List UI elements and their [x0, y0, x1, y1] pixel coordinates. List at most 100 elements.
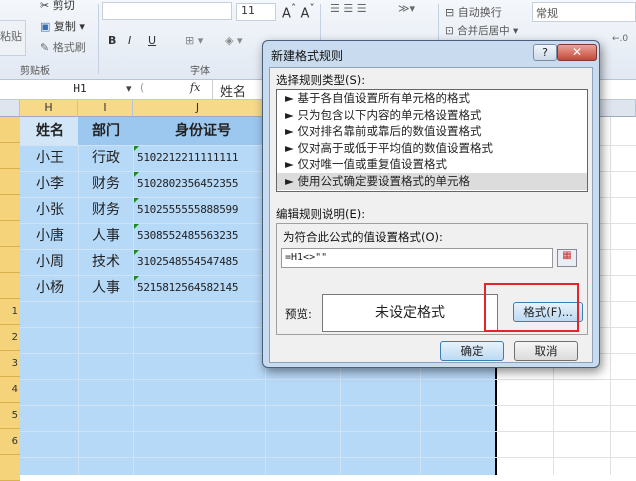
cell-dept[interactable]: 人事 [92, 275, 120, 301]
format-painter-label: 格式刷 [52, 41, 86, 54]
cell-dept[interactable]: 财务 [92, 171, 120, 197]
font-size-select[interactable]: 11 [236, 3, 276, 21]
rule-type-item[interactable]: ► 基于各自值设置所有单元格的格式 [277, 90, 587, 107]
rule-type-label: 选择规则类型(S): [276, 73, 366, 87]
error-indicator-icon [134, 250, 139, 255]
underline-button[interactable]: U [148, 34, 156, 47]
rule-type-item[interactable]: ► 使用公式确定要设置格式的单元格 [277, 172, 587, 190]
row-header[interactable]: 4 [0, 377, 20, 403]
help-button[interactable]: ? [533, 44, 557, 61]
rule-type-item[interactable]: ► 只为包含以下内容的单元格设置格式 [277, 107, 587, 124]
divider [212, 80, 213, 100]
preview-box: 未设定格式 [322, 294, 498, 332]
row-header[interactable] [0, 273, 20, 299]
align-top-icon[interactable]: ☰ ☰ ☰ [330, 2, 367, 15]
orientation-icon[interactable]: ≫▾ [398, 2, 415, 15]
grow-font-icon[interactable]: Aˆ Aˇ [282, 2, 315, 21]
row-header[interactable] [0, 221, 20, 247]
row-header[interactable] [0, 169, 20, 195]
merge-icon: ⊡ [445, 25, 458, 37]
rule-type-label: 只为包含以下内容的单元格设置格式 [297, 107, 482, 122]
row-header[interactable] [0, 195, 20, 221]
cancel-button[interactable]: 取消 [514, 341, 578, 361]
arrow-icon: ► [285, 91, 298, 105]
formula-input[interactable]: 姓名 [220, 81, 246, 100]
increase-decimal-icon[interactable]: ←.0 [612, 34, 628, 44]
row-header[interactable] [0, 455, 20, 481]
formula-bar-collapse-icon[interactable]: ( [140, 81, 144, 94]
select-all-corner[interactable] [0, 100, 20, 117]
header-id[interactable]: 身份证号 [175, 118, 231, 144]
error-indicator-icon [134, 198, 139, 203]
range-select-icon[interactable]: ▦ [557, 249, 577, 267]
cell-dept[interactable]: 财务 [92, 197, 120, 223]
cell-id[interactable]: 3102548554547485 [137, 249, 265, 275]
header-name[interactable]: 姓名 [36, 118, 64, 144]
row-header[interactable]: 3 [0, 351, 20, 377]
cell-name[interactable]: 小张 [36, 197, 64, 223]
rule-type-item[interactable]: ► 仅对高于或低于平均值的数值设置格式 [277, 140, 587, 157]
paste-button[interactable]: 粘贴 [0, 28, 22, 44]
rule-type-label: 仅对高于或低于平均值的数值设置格式 [297, 140, 494, 155]
header-dept[interactable]: 部门 [92, 118, 120, 144]
cell-name[interactable]: 小王 [36, 145, 64, 171]
row-header[interactable]: 6 [0, 429, 20, 455]
border-icon[interactable]: ⊞ ▾ [185, 34, 203, 47]
cell-name[interactable]: 小唐 [36, 223, 64, 249]
cell-name[interactable]: 小李 [36, 171, 64, 197]
name-box[interactable]: H1 [20, 82, 140, 98]
row-header[interactable] [0, 247, 20, 273]
clipboard-group-label: 剪贴板 [20, 66, 50, 77]
formula-label: 为符合此公式的值设置格式(O): [283, 230, 443, 244]
cell-name[interactable]: 小周 [36, 249, 64, 275]
cell-dept[interactable]: 人事 [92, 223, 120, 249]
merge-center-button[interactable]: ⊡ 合并后居中 ▾ [445, 23, 518, 38]
arrow-icon: ► [285, 140, 298, 155]
italic-button[interactable]: I [128, 34, 131, 47]
font-name-select[interactable] [102, 2, 232, 20]
scissors-icon: ✂ [40, 0, 53, 12]
arrow-icon: ► [285, 157, 298, 172]
format-painter-button[interactable]: ✎ 格式刷 [40, 39, 86, 55]
column-header-i[interactable]: I [78, 100, 133, 117]
column-header-h[interactable]: H [20, 100, 78, 117]
rule-type-label: 使用公式确定要设置格式的单元格 [297, 173, 471, 188]
cell-id[interactable]: 5102212211111111 [137, 145, 265, 171]
cell-id[interactable]: 5102802356452355 [137, 171, 265, 197]
arrow-icon: ► [285, 107, 298, 122]
highlight-box [484, 283, 579, 332]
row-header[interactable]: 1 [0, 299, 20, 325]
row-header[interactable] [0, 117, 20, 143]
rule-type-list: ► 基于各自值设置所有单元格的格式 ► 只为包含以下内容的单元格设置格式 ► 仅对排… [276, 89, 588, 192]
rule-type-item[interactable]: ► 仅对唯一值或重复值设置格式 [277, 156, 587, 173]
cell-id[interactable]: 5102555555888599 [137, 197, 265, 223]
row-header[interactable] [0, 143, 20, 169]
arrow-icon: ► [285, 124, 298, 139]
cut-button[interactable]: ✂ 剪切 [40, 0, 75, 13]
row-header[interactable]: 2 [0, 325, 20, 351]
fx-icon[interactable]: fx [190, 81, 200, 94]
cell-dept[interactable]: 技术 [92, 249, 120, 275]
cell-name[interactable]: 小杨 [36, 275, 64, 301]
wrap-text-button[interactable]: ⊟ 自动换行 [445, 4, 502, 20]
ok-button[interactable]: 确定 [440, 341, 504, 361]
cut-label: 剪切 [52, 0, 75, 12]
rule-type-label: 仅对排名靠前或靠后的数值设置格式 [297, 124, 482, 139]
error-indicator-icon [134, 172, 139, 177]
name-box-dropdown-icon[interactable]: ▾ [126, 82, 132, 95]
cell-dept[interactable]: 行政 [92, 145, 120, 171]
arrow-icon: ► [285, 173, 298, 188]
column-header-j[interactable]: J [133, 100, 263, 117]
rule-type-label: 仅对唯一值或重复值设置格式 [297, 157, 448, 172]
row-header[interactable]: 5 [0, 403, 20, 429]
rule-type-item[interactable]: ► 仅对排名靠前或靠后的数值设置格式 [277, 123, 587, 140]
close-button[interactable]: ✕ [557, 44, 597, 61]
cell-id[interactable]: 5215812564582145 [137, 275, 265, 301]
formula-input-field[interactable]: =H1<>"" [281, 248, 553, 268]
copy-button[interactable]: ▣ 复制 ▾ [40, 18, 85, 34]
fill-color-icon[interactable]: ◈ ▾ [225, 34, 242, 47]
bold-button[interactable]: B [108, 34, 116, 47]
number-format-select[interactable]: 常规 [532, 2, 636, 22]
font-group-label: 字体 [190, 66, 210, 77]
cell-id[interactable]: 5308552485563235 [137, 223, 265, 249]
